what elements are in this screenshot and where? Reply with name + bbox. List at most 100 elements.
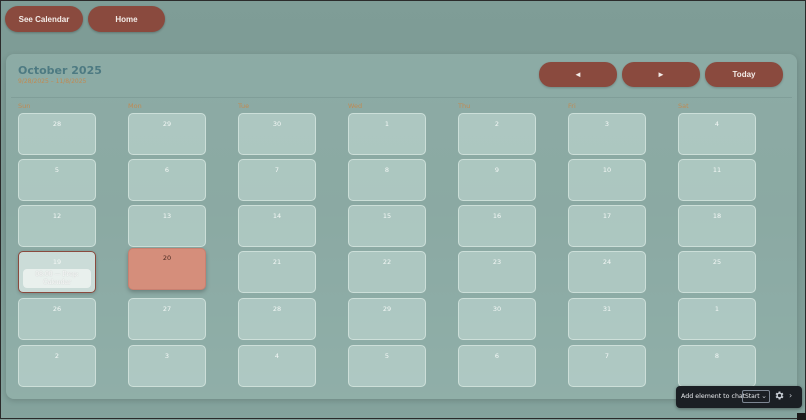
day-cell[interactable]: 2 <box>458 113 536 155</box>
day-number: 29 <box>382 305 392 313</box>
day-number: 27 <box>162 305 172 313</box>
day-number: 7 <box>604 352 610 360</box>
day-number: 3 <box>164 352 170 360</box>
home-button[interactable]: Home <box>88 6 165 32</box>
day-cell[interactable]: 15 <box>348 205 426 247</box>
prev-month-button[interactable]: ◄ <box>539 62 617 87</box>
day-cell[interactable]: 16 <box>458 205 536 247</box>
day-number: 17 <box>602 212 612 220</box>
month-title: October 2025 <box>18 64 102 77</box>
weekday-tue: Tue <box>238 102 250 110</box>
day-number: 4 <box>274 352 280 360</box>
day-cell[interactable]: 9 <box>458 159 536 201</box>
day-cell[interactable]: 3 <box>128 345 206 387</box>
day-cell[interactable]: 31 <box>568 298 646 340</box>
day-cell[interactable]: 17 <box>568 205 646 247</box>
chat-toolbar-label: Add element to chat <box>681 393 746 400</box>
next-month-button[interactable]: ► <box>622 62 700 87</box>
chevron-right-icon[interactable]: › <box>789 391 792 401</box>
day-cell[interactable]: 24 <box>568 251 646 293</box>
day-number: 30 <box>492 305 502 313</box>
day-number: 29 <box>162 120 172 128</box>
date-range: 9/28/2025 – 11/8/2025 <box>18 78 87 85</box>
day-number: 11 <box>712 166 722 174</box>
day-number: 1 <box>384 120 390 128</box>
day-cell[interactable]: 1 <box>678 298 756 340</box>
day-cell[interactable]: 14 <box>238 205 316 247</box>
day-cell[interactable]: 1 <box>348 113 426 155</box>
day-number: 18 <box>712 212 722 220</box>
day-cell[interactable]: 4 <box>238 345 316 387</box>
weekday-wed: Wed <box>348 102 363 110</box>
day-number: 30 <box>272 120 282 128</box>
day-cell[interactable]: 18 <box>678 205 756 247</box>
calendar-panel: October 2025 9/28/2025 – 11/8/2025 ◄ ► T… <box>6 54 797 399</box>
day-cell[interactable]: 6 <box>128 159 206 201</box>
see-calendar-button[interactable]: See Calendar <box>5 6 83 32</box>
day-cell[interactable]: 22 <box>348 251 426 293</box>
day-cell[interactable]: 28 <box>238 298 316 340</box>
header-divider <box>11 97 792 98</box>
day-cell[interactable]: 8 <box>348 159 426 201</box>
day-number: 14 <box>272 212 282 220</box>
day-cell[interactable]: 11 <box>678 159 756 201</box>
day-number: 21 <box>272 258 282 266</box>
day-number: 24 <box>602 258 612 266</box>
day-cell[interactable]: 7 <box>568 345 646 387</box>
day-number: 10 <box>602 166 612 174</box>
day-number: 31 <box>602 305 612 313</box>
day-number: 26 <box>52 305 62 313</box>
weekday-fri: Fri <box>568 102 576 110</box>
day-cell[interactable]: 19 08:00 — Prep: Calendar <box>18 251 96 293</box>
day-cell[interactable]: 8 <box>678 345 756 387</box>
day-cell[interactable]: 27 <box>128 298 206 340</box>
day-cell[interactable]: 25 <box>678 251 756 293</box>
weekday-sat: Sat <box>678 102 689 110</box>
gear-icon[interactable] <box>774 390 785 401</box>
day-number: 8 <box>384 166 390 174</box>
day-cell[interactable]: 29 <box>348 298 426 340</box>
day-number: 19 <box>52 258 62 266</box>
day-number: 3 <box>604 120 610 128</box>
day-cell[interactable]: 20 <box>128 248 206 290</box>
day-cell[interactable]: 6 <box>458 345 536 387</box>
day-number: 6 <box>494 352 500 360</box>
day-number: 8 <box>714 352 720 360</box>
day-number: 23 <box>492 258 502 266</box>
day-cell[interactable]: 5 <box>348 345 426 387</box>
day-number: 16 <box>492 212 502 220</box>
day-number: 2 <box>494 120 500 128</box>
day-cell[interactable]: 13 <box>128 205 206 247</box>
day-cell[interactable]: 3 <box>568 113 646 155</box>
day-cell[interactable]: 30 <box>458 298 536 340</box>
day-number: 28 <box>52 120 62 128</box>
day-number: 2 <box>54 352 60 360</box>
day-cell[interactable]: 12 <box>18 205 96 247</box>
day-cell[interactable]: 4 <box>678 113 756 155</box>
day-number: 9 <box>494 166 500 174</box>
chevron-down-icon: ⌄ <box>761 392 767 400</box>
weekday-mon: Mon <box>128 102 142 110</box>
day-cell[interactable]: 23 <box>458 251 536 293</box>
day-number: 12 <box>52 212 62 220</box>
day-cell[interactable]: 26 <box>18 298 96 340</box>
day-cell[interactable]: 5 <box>18 159 96 201</box>
day-number: 5 <box>384 352 390 360</box>
chat-mode-select[interactable]: Start ⌄ <box>742 390 770 403</box>
day-number: 7 <box>274 166 280 174</box>
event-chip[interactable]: 08:00 — Prep: Calendar <box>23 269 91 288</box>
weekday-sun: Sun <box>18 102 31 110</box>
day-cell[interactable]: 29 <box>128 113 206 155</box>
day-cell[interactable]: 28 <box>18 113 96 155</box>
day-number: 20 <box>162 254 172 262</box>
day-cell[interactable]: 10 <box>568 159 646 201</box>
day-cell[interactable]: 7 <box>238 159 316 201</box>
day-cell[interactable]: 21 <box>238 251 316 293</box>
weekday-thu: Thu <box>458 102 471 110</box>
today-button[interactable]: Today <box>705 62 783 87</box>
day-cell[interactable]: 30 <box>238 113 316 155</box>
day-number: 15 <box>382 212 392 220</box>
day-number: 13 <box>162 212 172 220</box>
day-cell[interactable]: 2 <box>18 345 96 387</box>
day-number: 25 <box>712 258 722 266</box>
